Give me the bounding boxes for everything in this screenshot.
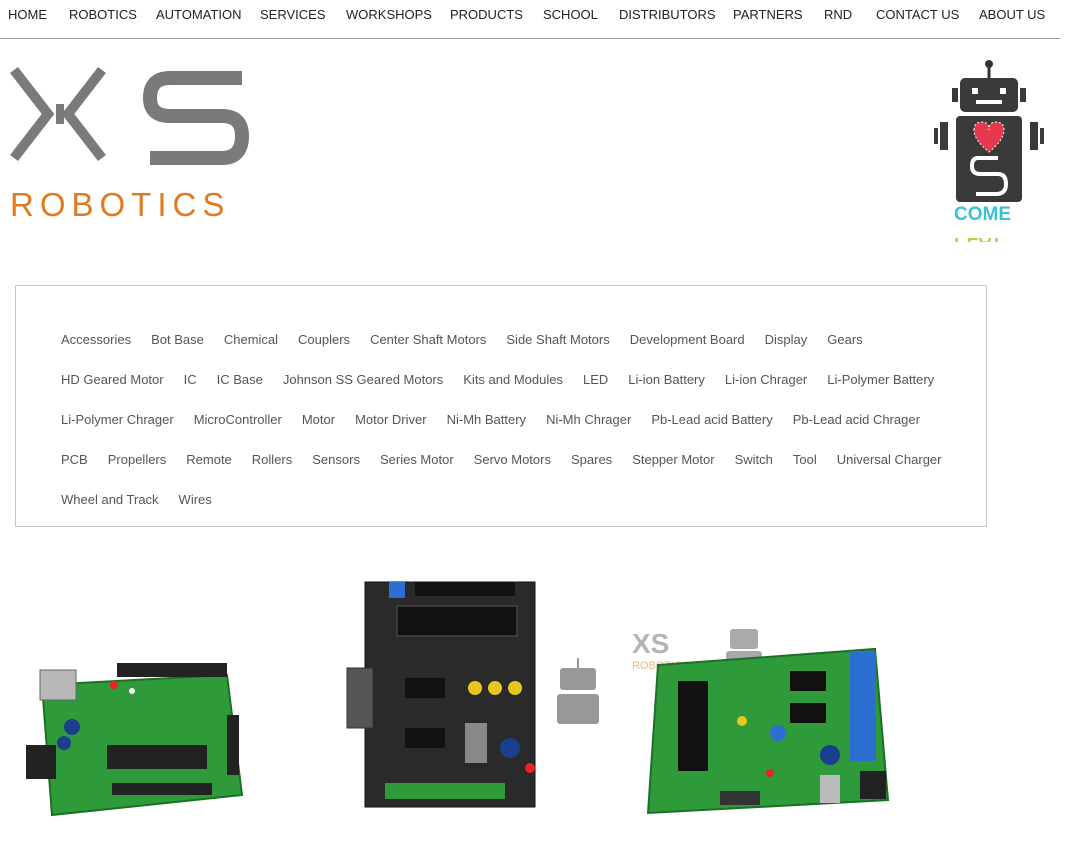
category-link[interactable]: Ni-Mh Battery bbox=[447, 412, 526, 427]
category-link[interactable]: LED bbox=[583, 372, 608, 387]
category-link[interactable]: MicroController bbox=[194, 412, 282, 427]
category-link[interactable]: Servo Motors bbox=[474, 452, 551, 467]
category-link[interactable]: Li-ion Chrager bbox=[725, 372, 807, 387]
category-link[interactable]: Wheel and Track bbox=[61, 492, 159, 507]
mascot-play: PLAY bbox=[954, 233, 1003, 242]
category-link[interactable]: Couplers bbox=[298, 332, 350, 347]
category-link[interactable]: Switch bbox=[735, 452, 773, 467]
category-link[interactable]: HD Geared Motor bbox=[61, 372, 164, 387]
category-link[interactable]: IC Base bbox=[217, 372, 263, 387]
logo-text: ROBOTICS bbox=[10, 186, 230, 221]
site-logo[interactable]: ROBOTICS bbox=[10, 66, 250, 226]
category-link[interactable]: Pb-Lead acid Battery bbox=[651, 412, 772, 427]
category-link[interactable]: Kits and Modules bbox=[463, 372, 563, 387]
microcontroller-board-image bbox=[346, 581, 599, 808]
product-image-2[interactable] bbox=[345, 578, 620, 818]
nav-contact-us[interactable]: CONTACT US bbox=[876, 7, 959, 22]
category-link[interactable]: Series Motor bbox=[380, 452, 454, 467]
xs-robotics-logo-icon: ROBOTICS bbox=[10, 66, 250, 223]
nav-home[interactable]: HOME bbox=[8, 7, 47, 22]
category-row-4: PCB Propellers Remote Rollers Sensors Se… bbox=[61, 452, 941, 467]
category-link[interactable]: Li-Polymer Chrager bbox=[61, 412, 174, 427]
nav-workshops[interactable]: WORKSHOPS bbox=[346, 7, 432, 22]
nav-about-us[interactable]: ABOUT US bbox=[979, 7, 1045, 22]
product-categories: Accessories Bot Base Chemical Couplers C… bbox=[15, 285, 987, 527]
nav-school[interactable]: SCHOOL bbox=[543, 7, 598, 22]
nav-robotics[interactable]: ROBOTICS bbox=[69, 7, 137, 22]
category-link[interactable]: Motor bbox=[302, 412, 335, 427]
category-link[interactable]: Tool bbox=[793, 452, 817, 467]
category-row-2: HD Geared Motor IC IC Base Johnson SS Ge… bbox=[61, 372, 934, 387]
category-link[interactable]: Stepper Motor bbox=[632, 452, 714, 467]
nav-automation[interactable]: AUTOMATION bbox=[156, 7, 241, 22]
nav-partners[interactable]: PARTNERS bbox=[733, 7, 803, 22]
top-navigation: HOME ROBOTICS AUTOMATION SERVICES WORKSH… bbox=[0, 0, 1060, 39]
category-link[interactable]: Propellers bbox=[108, 452, 167, 467]
category-link[interactable]: Pb-Lead acid Chrager bbox=[793, 412, 920, 427]
category-link[interactable]: Rollers bbox=[252, 452, 292, 467]
category-link[interactable]: Li-ion Battery bbox=[628, 372, 705, 387]
category-link[interactable]: Universal Charger bbox=[837, 452, 942, 467]
category-link[interactable]: Motor Driver bbox=[355, 412, 427, 427]
category-link[interactable]: Wires bbox=[179, 492, 212, 507]
category-row-5: Wheel and Track Wires bbox=[61, 492, 212, 507]
category-link[interactable]: Development Board bbox=[630, 332, 745, 347]
category-link[interactable]: Li-Polymer Battery bbox=[827, 372, 934, 387]
category-link[interactable]: Chemical bbox=[224, 332, 278, 347]
category-row-1: Accessories Bot Base Chemical Couplers C… bbox=[61, 332, 863, 347]
category-link[interactable]: Accessories bbox=[61, 332, 131, 347]
nav-products[interactable]: PRODUCTS bbox=[450, 7, 523, 22]
category-link[interactable]: Remote bbox=[186, 452, 232, 467]
product-image-3[interactable]: XS ROBOTICS bbox=[630, 625, 895, 825]
mascot-come: COME bbox=[954, 204, 1011, 225]
nav-rnd[interactable]: RND bbox=[824, 7, 852, 22]
category-link[interactable]: IC bbox=[184, 372, 197, 387]
nav-services[interactable]: SERVICES bbox=[260, 7, 326, 22]
category-link[interactable]: Bot Base bbox=[151, 332, 204, 347]
category-row-3: Li-Polymer Chrager MicroController Motor… bbox=[61, 412, 920, 427]
development-board-image: XS ROBOTICS bbox=[632, 628, 890, 815]
category-link[interactable]: Sensors bbox=[312, 452, 360, 467]
arduino-board-image bbox=[26, 663, 244, 817]
product-image-1[interactable] bbox=[22, 655, 247, 825]
category-link[interactable]: Spares bbox=[571, 452, 612, 467]
category-link[interactable]: Side Shaft Motors bbox=[506, 332, 609, 347]
nav-distributors[interactable]: DISTRIBUTORS bbox=[619, 7, 716, 22]
robot-mascot-icon: COME PLAY bbox=[934, 60, 1044, 254]
category-link[interactable]: PCB bbox=[61, 452, 88, 467]
svg-text:XS: XS bbox=[632, 628, 669, 659]
category-link[interactable]: Gears bbox=[827, 332, 862, 347]
category-link[interactable]: Display bbox=[765, 332, 808, 347]
category-link[interactable]: Johnson SS Geared Motors bbox=[283, 372, 443, 387]
category-link[interactable]: Center Shaft Motors bbox=[370, 332, 486, 347]
category-link[interactable]: Ni-Mh Chrager bbox=[546, 412, 631, 427]
come-play-mascot: COME PLAY bbox=[932, 60, 1046, 254]
robot-watermark-icon bbox=[557, 658, 599, 724]
